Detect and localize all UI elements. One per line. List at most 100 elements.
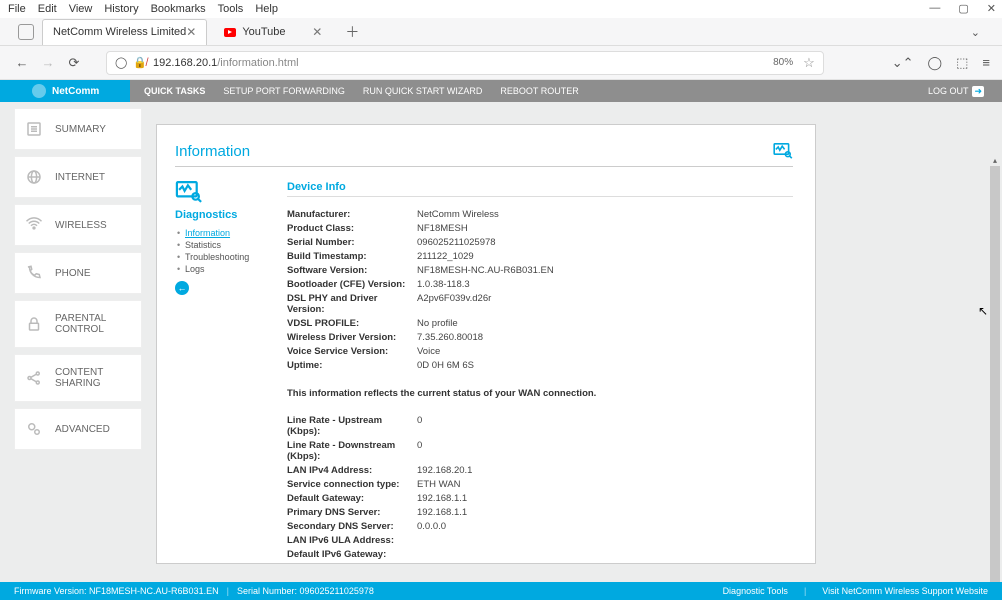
tabs-dropdown-icon[interactable]: ⌄ — [971, 26, 980, 39]
footer-sn-label: Serial Number: — [237, 586, 297, 596]
sidebar-item-label: INTERNET — [55, 172, 105, 183]
sidebar-item-content-sharing[interactable]: CONTENTSHARING — [14, 354, 142, 402]
wan-note: This information reflects the current st… — [287, 388, 793, 399]
logout-link[interactable]: LOG OUT ➜ — [928, 86, 984, 97]
menu-edit[interactable]: Edit — [38, 3, 57, 15]
new-tab-icon[interactable]: ＋ — [345, 22, 359, 42]
panel-wrap: Information Diagnostics Information Stat… — [146, 102, 1002, 582]
vertical-scrollbar[interactable]: ▴ ▾ — [990, 166, 1000, 582]
scroll-up-icon[interactable]: ▴ — [990, 156, 1000, 166]
menu-help[interactable]: Help — [255, 3, 278, 15]
value: 0D 0H 6M 6S — [417, 360, 474, 371]
sidebar-item-label: PARENTALCONTROL — [55, 313, 106, 335]
diag-link-troubleshooting[interactable]: Troubleshooting — [177, 251, 263, 263]
forward-button[interactable]: → — [38, 55, 58, 70]
tabs-overview-icon[interactable] — [18, 24, 34, 40]
menu-bookmarks[interactable]: Bookmarks — [151, 3, 206, 15]
label: Uptime: — [287, 360, 417, 371]
diag-link-information[interactable]: Information — [177, 227, 263, 239]
zoom-level[interactable]: 80% — [773, 57, 793, 68]
tab-label: YouTube — [242, 26, 285, 38]
sidebar-item-wireless[interactable]: WIRELESS — [14, 204, 142, 246]
address-bar[interactable]: ◯ 🔒̸ 192.168.20.1/information.html 80% ☆ — [106, 51, 824, 75]
sidebar-item-advanced[interactable]: ADVANCED — [14, 408, 142, 450]
value: 192.168.1.1 — [417, 493, 467, 504]
label: Software Version: — [287, 265, 417, 276]
phone-icon — [25, 264, 43, 282]
value: 0 — [417, 415, 422, 437]
menu-view[interactable]: View — [69, 3, 93, 15]
panel-title: Information — [175, 143, 793, 167]
os-menubar: File Edit View History Bookmarks Tools H… — [0, 0, 1002, 18]
back-button[interactable]: ← — [12, 55, 32, 70]
gears-icon — [25, 420, 43, 438]
footer-fw-label: Firmware Version: — [14, 586, 87, 596]
diag-link-statistics[interactable]: Statistics — [177, 239, 263, 251]
account-icon[interactable]: ◯ — [928, 55, 943, 71]
menu-history[interactable]: History — [104, 3, 138, 15]
window-controls: — ▢ ✕ — [929, 2, 996, 15]
tab-close-icon[interactable]: ✕ — [312, 25, 322, 39]
label: Wireless Driver Version: — [287, 332, 417, 343]
menu-tools[interactable]: Tools — [218, 3, 244, 15]
page-content: NetComm QUICK TASKS SETUP PORT FORWARDIN… — [0, 80, 1002, 582]
label: Line Rate - Downstream (Kbps): — [287, 440, 417, 462]
quick-reboot[interactable]: REBOOT ROUTER — [500, 86, 578, 96]
sidebar-item-phone[interactable]: PHONE — [14, 252, 142, 294]
reload-button[interactable]: ⟳ — [64, 55, 84, 71]
quick-tasks[interactable]: QUICK TASKS — [144, 86, 205, 96]
label: LAN IPv6 ULA Address: — [287, 535, 417, 546]
label: Secondary DNS Server: — [287, 521, 417, 532]
diagnostics-search-icon[interactable] — [773, 143, 793, 162]
label: DSL PHY and Driver Version: — [287, 293, 417, 315]
diagnostics-icon — [175, 181, 263, 205]
maximize-icon[interactable]: ▢ — [958, 2, 968, 15]
bookmark-star-icon[interactable]: ☆ — [803, 55, 815, 71]
tab-netcomm[interactable]: NetComm Wireless Limited ✕ — [42, 19, 207, 45]
minimize-icon[interactable]: — — [929, 2, 940, 15]
quick-spf[interactable]: SETUP PORT FORWARDING — [223, 86, 345, 96]
diagnostics-nav: Diagnostics Information Statistics Troub… — [175, 181, 263, 561]
back-icon[interactable]: ← — [175, 281, 189, 295]
wifi-icon — [25, 216, 43, 234]
extensions-icon[interactable]: ⬚ — [956, 55, 968, 71]
value: No profile — [417, 318, 458, 329]
label: VDSL PROFILE: — [287, 318, 417, 329]
brand-icon — [32, 84, 46, 98]
tab-label: NetComm Wireless Limited — [53, 26, 186, 38]
footer-diag-link[interactable]: Diagnostic Tools — [723, 586, 788, 596]
label: Build Timestamp: — [287, 251, 417, 262]
quick-wizard[interactable]: RUN QUICK START WIZARD — [363, 86, 483, 96]
youtube-icon — [224, 28, 236, 37]
lock-icon — [25, 315, 43, 333]
tab-youtube[interactable]: YouTube ✕ — [213, 19, 333, 45]
value: 7.35.260.80018 — [417, 332, 483, 343]
quick-bar: QUICK TASKS SETUP PORT FORWARDING RUN QU… — [130, 80, 1002, 102]
label: Serial Number: — [287, 237, 417, 248]
scrollbar-thumb[interactable] — [990, 166, 1000, 582]
label: Line Rate - Upstream (Kbps): — [287, 415, 417, 437]
value: NetComm Wireless — [417, 209, 499, 220]
url-path: /information.html — [217, 57, 298, 69]
browser-tabstrip: NetComm Wireless Limited ✕ YouTube ✕ ＋ ⌄ — [0, 18, 1002, 46]
footer-support-link[interactable]: Visit NetComm Wireless Support Website — [822, 586, 988, 596]
diagnostics-title: Diagnostics — [175, 209, 263, 221]
sidebar-item-summary[interactable]: SUMMARY — [14, 108, 142, 150]
value: 096025211025978 — [417, 237, 496, 248]
sidebar-item-internet[interactable]: INTERNET — [14, 156, 142, 198]
menu-file[interactable]: File — [8, 3, 26, 15]
sidebar-item-label: CONTENTSHARING — [55, 367, 103, 389]
app-menu-icon[interactable]: ≡ — [982, 55, 990, 71]
close-icon[interactable]: ✕ — [987, 2, 996, 15]
pocket-icon[interactable]: ⌄⌃ — [892, 55, 914, 71]
sidebar-item-parental[interactable]: PARENTALCONTROL — [14, 300, 142, 348]
label: LAN IPv4 Address: — [287, 465, 417, 476]
shield-icon[interactable]: ◯ — [115, 56, 127, 69]
tab-close-icon[interactable]: ✕ — [186, 25, 196, 39]
brand[interactable]: NetComm — [0, 84, 130, 98]
diag-link-logs[interactable]: Logs — [177, 263, 263, 275]
value: NF18MESH — [417, 223, 468, 234]
share-icon — [25, 369, 43, 387]
insecure-lock-icon[interactable]: 🔒̸ — [133, 56, 147, 69]
sidebar-item-label: SUMMARY — [55, 124, 106, 135]
